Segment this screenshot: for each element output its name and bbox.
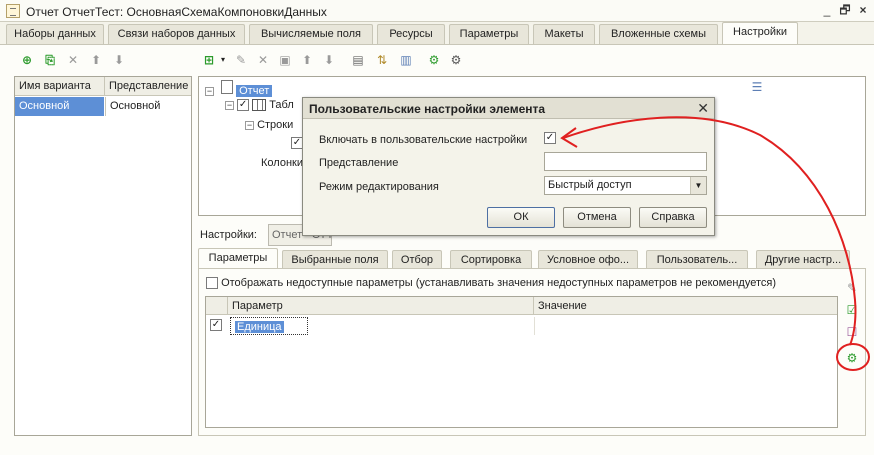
show-unavailable-option[interactable]: Отображать недоступные параметры (устана…	[206, 277, 776, 290]
presentation-label: Представление	[319, 157, 399, 169]
title-bar: Отчет ОтчетТест: ОсновнаяСхемаКомпоновки…	[0, 0, 874, 22]
tab-other-settings[interactable]: Другие настр...	[756, 250, 850, 270]
edit-icon[interactable]: ✎	[233, 52, 249, 68]
variants-header: Имя варианта Представление	[15, 77, 191, 96]
move-up-icon[interactable]: ⬆	[88, 52, 104, 68]
copy-icon[interactable]: ⎘	[42, 52, 58, 68]
include-label: Включать в пользовательские настройки	[319, 134, 528, 146]
tab-sort[interactable]: Сортировка	[450, 250, 532, 270]
delete-element-icon[interactable]: ✕	[255, 52, 271, 68]
restore-button[interactable]: 🗗	[836, 3, 854, 19]
collapse-icon[interactable]: −	[205, 86, 214, 96]
tab-dataset-links[interactable]: Связи наборов данных	[108, 24, 245, 44]
report-settings-icon[interactable]: ▤	[350, 52, 366, 68]
move-element-icon[interactable]: ⇅	[374, 52, 390, 68]
tree-node-table[interactable]: − ✓ Табл	[225, 97, 294, 113]
variants-table: Имя варианта Представление Основной Осно…	[14, 76, 192, 436]
edit-param-icon[interactable]: ✎	[844, 280, 860, 296]
tree-node-columns[interactable]: Колонки	[261, 155, 303, 171]
mode-select[interactable]: Быстрый доступ ▼	[544, 176, 707, 195]
mode-label: Режим редактирования	[319, 181, 439, 193]
dialog-title: Пользовательские настройки элемента	[309, 102, 546, 116]
tab-nested-schemas[interactable]: Вложенные схемы	[599, 24, 718, 44]
tab-resources[interactable]: Ресурсы	[377, 24, 445, 44]
move-down-icon[interactable]: ⬇	[111, 52, 127, 68]
table-checkbox[interactable]: ✓	[237, 99, 250, 112]
collapse-icon[interactable]: −	[225, 100, 234, 110]
tab-filter[interactable]: Отбор	[392, 250, 442, 270]
dialog-close-icon[interactable]: ✕	[697, 100, 709, 117]
tree-label-rows: Строки	[257, 119, 294, 131]
element-up-icon[interactable]: ⬆	[299, 52, 315, 68]
parameter-name-cell[interactable]: Единица	[230, 317, 308, 335]
tree-node-report[interactable]: − Отчет	[205, 79, 273, 97]
collapse-icon[interactable]: −	[245, 120, 254, 130]
tab-settings[interactable]: Настройки	[722, 22, 798, 44]
parameter-name: Единица	[235, 321, 284, 333]
minimize-button[interactable]: _	[818, 3, 836, 19]
document-icon	[221, 80, 234, 94]
include-checkbox[interactable]: ✓	[544, 132, 556, 145]
column-value[interactable]: Значение	[534, 297, 837, 315]
presentation-field[interactable]	[544, 152, 707, 171]
structure-icon[interactable]: ▣	[277, 52, 293, 68]
help-button[interactable]: Справка	[639, 207, 707, 228]
dialog-title-bar: Пользовательские настройки элемента ✕	[303, 98, 714, 119]
element-down-icon[interactable]: ⬇	[321, 52, 337, 68]
tab-params[interactable]: Параметры	[198, 248, 278, 268]
tab-conditional-format[interactable]: Условное офо...	[538, 250, 638, 270]
show-unavailable-checkbox[interactable]	[206, 277, 218, 290]
tab-parameters[interactable]: Параметры	[449, 24, 529, 44]
delete-icon[interactable]: ✕	[65, 52, 81, 68]
column-check	[206, 297, 228, 315]
tree-label-columns: Колонки	[261, 157, 303, 169]
report-window: Отчет ОтчетТест: ОсновнаяСхемаКомпоновки…	[0, 0, 874, 455]
gear-icon[interactable]: ⚙	[448, 52, 464, 68]
ok-button[interactable]: ОК	[487, 207, 555, 228]
tab-datasets[interactable]: Наборы данных	[6, 24, 104, 44]
layout-icon[interactable]: ▥	[398, 52, 414, 68]
tab-selected-fields[interactable]: Выбранные поля	[282, 250, 388, 270]
column-presentation[interactable]: Представление	[105, 77, 191, 96]
column-variant-name[interactable]: Имя варианта	[15, 77, 105, 96]
settings-tabs: Параметры Выбранные поля Отбор Сортировк…	[198, 248, 866, 270]
user-settings-icon[interactable]: ⚙	[426, 52, 442, 68]
user-settings-dialog: Пользовательские настройки элемента ✕ Вк…	[302, 97, 715, 236]
close-button[interactable]: ×	[854, 3, 872, 19]
user-settings-element-icon[interactable]: ⚙	[844, 350, 860, 366]
row-use-checkbox[interactable]: ✓	[210, 319, 222, 332]
show-unavailable-label: Отображать недоступные параметры (устана…	[221, 277, 776, 289]
report-icon	[6, 4, 20, 18]
dropdown-arrow-icon[interactable]: ▾	[215, 52, 231, 68]
variant-presentation-cell[interactable]: Основной	[105, 97, 191, 116]
check-all-icon[interactable]: ☑	[844, 302, 860, 318]
table-row[interactable]: Основной Основной	[15, 97, 191, 116]
parameter-value-cell[interactable]	[534, 317, 837, 335]
tab-user-fields[interactable]: Пользователь...	[646, 250, 748, 270]
cancel-button[interactable]: Отмена	[563, 207, 631, 228]
settings-label: Настройки:	[200, 229, 257, 241]
list-view-icon[interactable]: ☰	[749, 79, 765, 95]
table-icon	[252, 99, 267, 112]
parameters-table: Параметр Значение ✓ Единица	[205, 296, 838, 428]
uncheck-all-icon[interactable]: ☐	[844, 324, 860, 340]
schema-tabs: Наборы данных Связи наборов данных Вычис…	[0, 22, 874, 44]
column-parameter[interactable]: Параметр	[228, 297, 534, 315]
tab-calculated-fields[interactable]: Вычисляемые поля	[249, 24, 373, 44]
chevron-down-icon[interactable]: ▼	[690, 177, 706, 194]
parameters-header: Параметр Значение	[206, 297, 837, 315]
window-title: Отчет ОтчетТест: ОсновнаяСхемаКомпоновки…	[26, 5, 327, 19]
table-row[interactable]: ✓ Единица	[206, 317, 837, 335]
tree-node-rows[interactable]: − Строки	[245, 117, 293, 133]
tab-templates[interactable]: Макеты	[533, 24, 595, 44]
tree-label-table: Табл	[269, 99, 294, 111]
tree-label-report: Отчет	[236, 85, 273, 97]
mode-value: Быстрый доступ	[548, 179, 632, 191]
variant-name-cell[interactable]: Основной	[15, 97, 104, 116]
add-icon[interactable]: ⊕	[19, 52, 35, 68]
